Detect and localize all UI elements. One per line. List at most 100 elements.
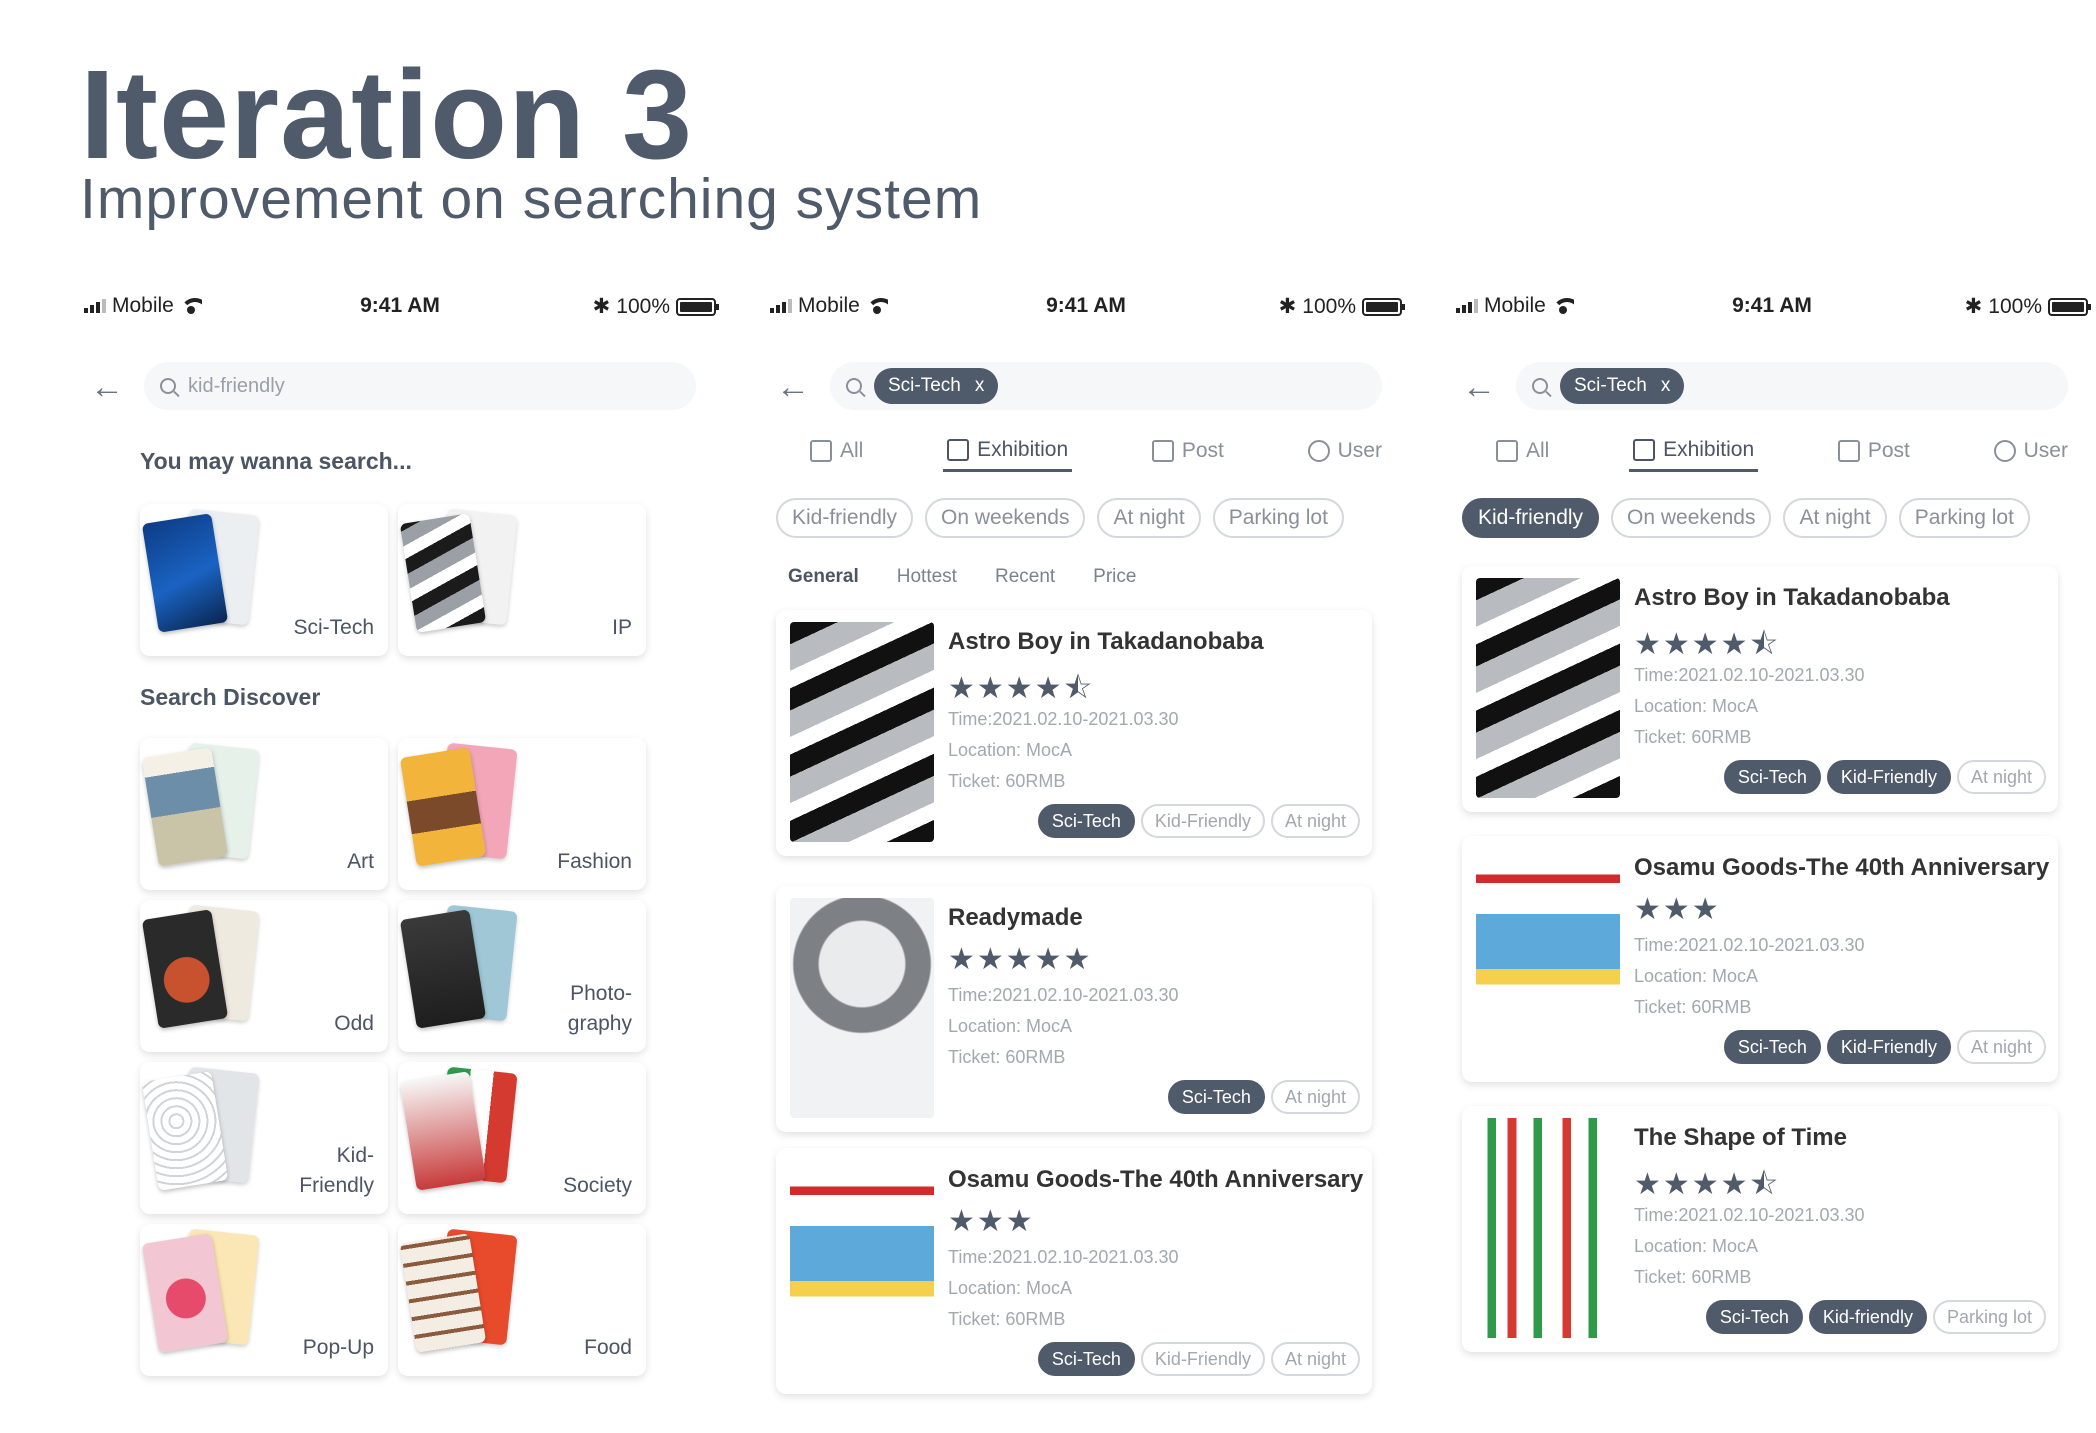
discover-card-society[interactable]: Society: [398, 1062, 646, 1214]
suggest-card-sci-tech[interactable]: Sci-Tech: [140, 504, 388, 656]
sort-recent[interactable]: Recent: [995, 566, 1055, 588]
sort-hottest[interactable]: Hottest: [897, 566, 957, 588]
tag-sci-tech[interactable]: Sci-Tech: [1723, 1030, 1821, 1064]
query-chip-label: Sci-Tech: [1574, 375, 1647, 396]
tag-parking-lot[interactable]: Parking lot: [1932, 1300, 2046, 1334]
museum-icon: [1633, 438, 1656, 461]
bluetooth-icon: ✱: [592, 295, 611, 318]
tag-at-night[interactable]: At night: [1270, 804, 1360, 838]
result-meta: Time:2021.02.10-2021.03.30 Location: MocA…: [948, 709, 1179, 791]
tag-sci-tech[interactable]: Sci-Tech: [1705, 1300, 1803, 1334]
back-arrow-icon[interactable]: ←: [776, 370, 816, 404]
close-icon[interactable]: x: [1661, 375, 1671, 397]
discover-card-art[interactable]: Art: [140, 738, 388, 890]
filter-parking-lot[interactable]: Parking lot: [1898, 498, 2030, 538]
tab-all[interactable]: All: [806, 430, 867, 472]
search-input[interactable]: Sci-Tech x: [830, 362, 1382, 410]
close-icon[interactable]: x: [975, 375, 985, 397]
result-title: Readymade: [948, 904, 1083, 931]
discover-card-fashion[interactable]: Fashion: [398, 738, 646, 890]
discover-heading: Search Discover: [140, 684, 321, 710]
result-meta: Time:2021.02.10-2021.03.30 Location: MocA…: [948, 985, 1179, 1067]
card-label: Photo- graphy: [567, 982, 632, 1035]
tag-sci-tech[interactable]: Sci-Tech: [1723, 760, 1821, 794]
search-input[interactable]: Sci-Tech x: [1516, 362, 2068, 410]
card-label: Society: [563, 1173, 632, 1197]
filter-parking-lot[interactable]: Parking lot: [1212, 498, 1344, 538]
page-subtitle: Improvement on searching system: [80, 167, 983, 231]
phone-screen-search-results: Mobile 9:41 AM ✱ 100% ← Sci-Tech x All Exh…: [766, 276, 1406, 1428]
filter-at-night[interactable]: At night: [1097, 498, 1201, 538]
result-meta: Time:2021.02.10-2021.03.30 Location: MocA…: [1634, 665, 1865, 747]
tag-kid-friendly[interactable]: Kid-Friendly: [1140, 1342, 1265, 1376]
sort-general[interactable]: General: [788, 566, 859, 588]
tab-exhibition[interactable]: Exhibition: [943, 430, 1073, 472]
discover-card-photography[interactable]: Photo- graphy: [398, 900, 646, 1052]
card-label: Art: [347, 849, 374, 873]
query-chip[interactable]: Sci-Tech x: [1560, 368, 1685, 404]
tag-at-night[interactable]: At night: [1270, 1342, 1360, 1376]
museum-icon: [947, 438, 970, 461]
result-title: Osamu Goods-The 40th Anniversary: [1634, 854, 2050, 881]
poster-image: [790, 622, 934, 842]
tab-user[interactable]: User: [1990, 430, 2072, 472]
query-chip-label: Sci-Tech: [888, 375, 961, 396]
poster-image: [790, 1160, 934, 1380]
result-tags: Sci-Tech Kid-Friendly At night: [1723, 760, 2046, 794]
suggest-card-ip[interactable]: IP: [398, 504, 646, 656]
tab-exhibition[interactable]: Exhibition: [1629, 430, 1759, 472]
result-tags: Sci-Tech Kid-friendly Parking lot: [1705, 1300, 2046, 1334]
back-arrow-icon[interactable]: ←: [90, 370, 130, 404]
tag-at-night[interactable]: At night: [1956, 760, 2046, 794]
edit-icon: [1151, 440, 1174, 462]
tab-all[interactable]: All: [1492, 430, 1553, 472]
result-card[interactable]: Astro Boy in Takadanobaba ★★★★⯪ Time:202…: [776, 610, 1372, 856]
tag-kid-friendly[interactable]: Kid-Friendly: [1826, 1030, 1951, 1064]
tab-post[interactable]: Post: [1834, 430, 1914, 472]
tag-at-night[interactable]: At night: [1956, 1030, 2046, 1064]
filter-at-night[interactable]: At night: [1783, 498, 1887, 538]
card-label: Kid- Friendly: [299, 1144, 374, 1197]
status-bar: Mobile 9:41 AM ✱ 100%: [766, 276, 1406, 336]
search-input[interactable]: kid-friendly: [144, 362, 696, 410]
tab-user[interactable]: User: [1304, 430, 1386, 472]
result-card[interactable]: Osamu Goods-The 40th Anniversary ★★★ Tim…: [1462, 836, 2058, 1082]
filter-on-weekends[interactable]: On weekends: [925, 498, 1086, 538]
grid-icon: [810, 440, 832, 462]
poster-image: [790, 898, 934, 1118]
filter-chips: Kid-friendly On weekends At night Parkin…: [1462, 498, 2030, 538]
tab-post[interactable]: Post: [1148, 430, 1228, 472]
filter-kid-friendly[interactable]: Kid-friendly: [776, 498, 914, 538]
battery-icon: [676, 297, 719, 316]
filter-chips: Kid-friendly On weekends At night Parkin…: [776, 498, 1344, 538]
filter-on-weekends[interactable]: On weekends: [1611, 498, 1772, 538]
rating-stars: ★★★: [948, 1205, 1035, 1238]
tag-sci-tech[interactable]: Sci-Tech: [1037, 804, 1135, 838]
tag-sci-tech[interactable]: Sci-Tech: [1167, 1080, 1265, 1114]
back-arrow-icon[interactable]: ←: [1462, 370, 1502, 404]
sort-price[interactable]: Price: [1093, 566, 1136, 588]
card-label: Sci-Tech: [293, 615, 374, 639]
discover-card-food[interactable]: Food: [398, 1224, 646, 1376]
filter-kid-friendly[interactable]: Kid-friendly: [1462, 498, 1600, 538]
battery-percent: 100%: [1988, 294, 2042, 318]
tag-kid-friendly[interactable]: Kid-Friendly: [1826, 760, 1951, 794]
battery-icon: [1362, 297, 1405, 316]
result-card[interactable]: Osamu Goods-The 40th Anniversary ★★★ Tim…: [776, 1148, 1372, 1394]
result-meta: Time:2021.02.10-2021.03.30 Location: MocA…: [1634, 1205, 1865, 1287]
tag-sci-tech[interactable]: Sci-Tech: [1037, 1342, 1135, 1376]
grid-icon: [1496, 440, 1518, 462]
tag-kid-friendly[interactable]: Kid-friendly: [1808, 1300, 1927, 1334]
discover-card-odd[interactable]: Odd: [140, 900, 388, 1052]
result-card[interactable]: The Shape of Time ★★★★⯪ Time:2021.02.10-…: [1462, 1106, 2058, 1352]
result-card[interactable]: Astro Boy in Takadanobaba ★★★★⯪ Time:202…: [1462, 566, 2058, 812]
result-card[interactable]: Readymade ★★★★★ Time:2021.02.10-2021.03.…: [776, 886, 1372, 1132]
tag-at-night[interactable]: At night: [1270, 1080, 1360, 1114]
battery-icon: [2048, 297, 2091, 316]
tag-kid-friendly[interactable]: Kid-Friendly: [1140, 804, 1265, 838]
discover-card-kid-friendly[interactable]: Kid- Friendly: [140, 1062, 388, 1214]
discover-card-pop-up[interactable]: Pop-Up: [140, 1224, 388, 1376]
card-label: Food: [584, 1335, 632, 1359]
phone-screen-search-suggestions: Mobile 9:41 AM ✱ 100% ← kid-friendly You …: [80, 276, 720, 1428]
query-chip[interactable]: Sci-Tech x: [874, 368, 999, 404]
